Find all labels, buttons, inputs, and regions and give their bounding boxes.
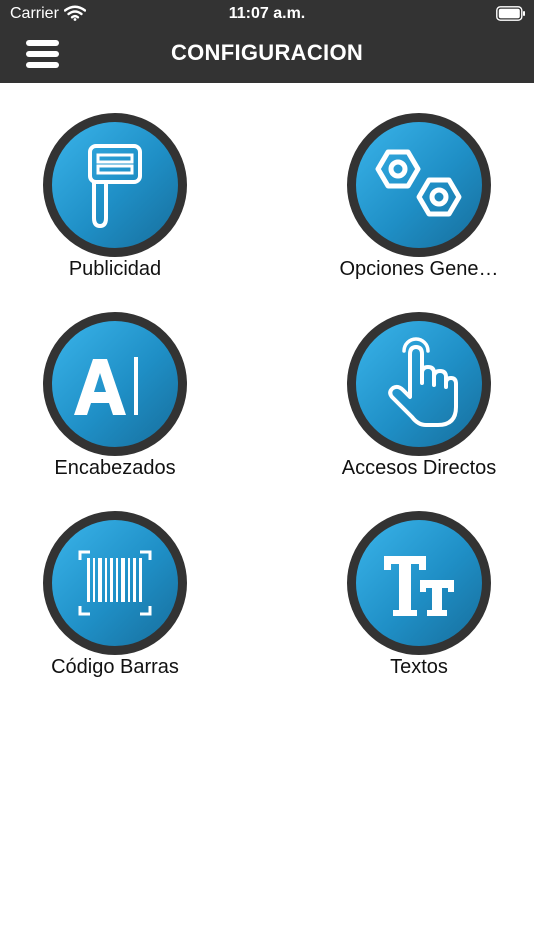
menu-item-opciones-generales[interactable]: Opciones Gene… xyxy=(299,113,534,288)
nuts-icon xyxy=(375,149,462,217)
menu-item-icon-circle xyxy=(43,511,187,655)
text-size-icon xyxy=(384,556,454,616)
top-bar: Carrier 11:07 a.m. CONFIGURACION xyxy=(0,0,534,83)
menu-item-icon-circle xyxy=(347,312,491,456)
menu-item-icon-circle xyxy=(347,511,491,655)
menu-item-codigo-barras[interactable]: Código Barras xyxy=(0,511,235,686)
status-bar: Carrier 11:07 a.m. xyxy=(0,0,534,28)
menu-item-label: Opciones Gene… xyxy=(339,258,499,280)
menu-item-icon-circle xyxy=(43,113,187,257)
menu-item-icon-circle xyxy=(347,113,491,257)
menu-item-encabezados[interactable]: Encabezados xyxy=(0,312,235,487)
page-title: CONFIGURACION xyxy=(170,40,364,65)
menu-item-label: Textos xyxy=(390,656,448,678)
menu-item-textos[interactable]: Textos xyxy=(299,511,534,686)
menu-item-label: Publicidad xyxy=(68,258,162,280)
touch-hand-icon xyxy=(388,337,458,427)
barcode-icon xyxy=(78,550,152,616)
menu-item-icon-circle xyxy=(43,312,187,456)
menu-item-label: Accesos Directos xyxy=(341,457,497,479)
menu-item-accesos-directos[interactable]: Accesos Directos xyxy=(299,312,534,487)
menu-item-publicidad[interactable]: Publicidad xyxy=(0,113,235,288)
scale-display-icon xyxy=(88,144,142,229)
text-cursor-icon xyxy=(74,357,138,415)
battery-icon xyxy=(496,6,525,21)
clock: 11:07 a.m. xyxy=(228,5,306,22)
menu-item-label: Encabezados xyxy=(54,457,176,479)
menu-item-label: Código Barras xyxy=(51,656,179,678)
